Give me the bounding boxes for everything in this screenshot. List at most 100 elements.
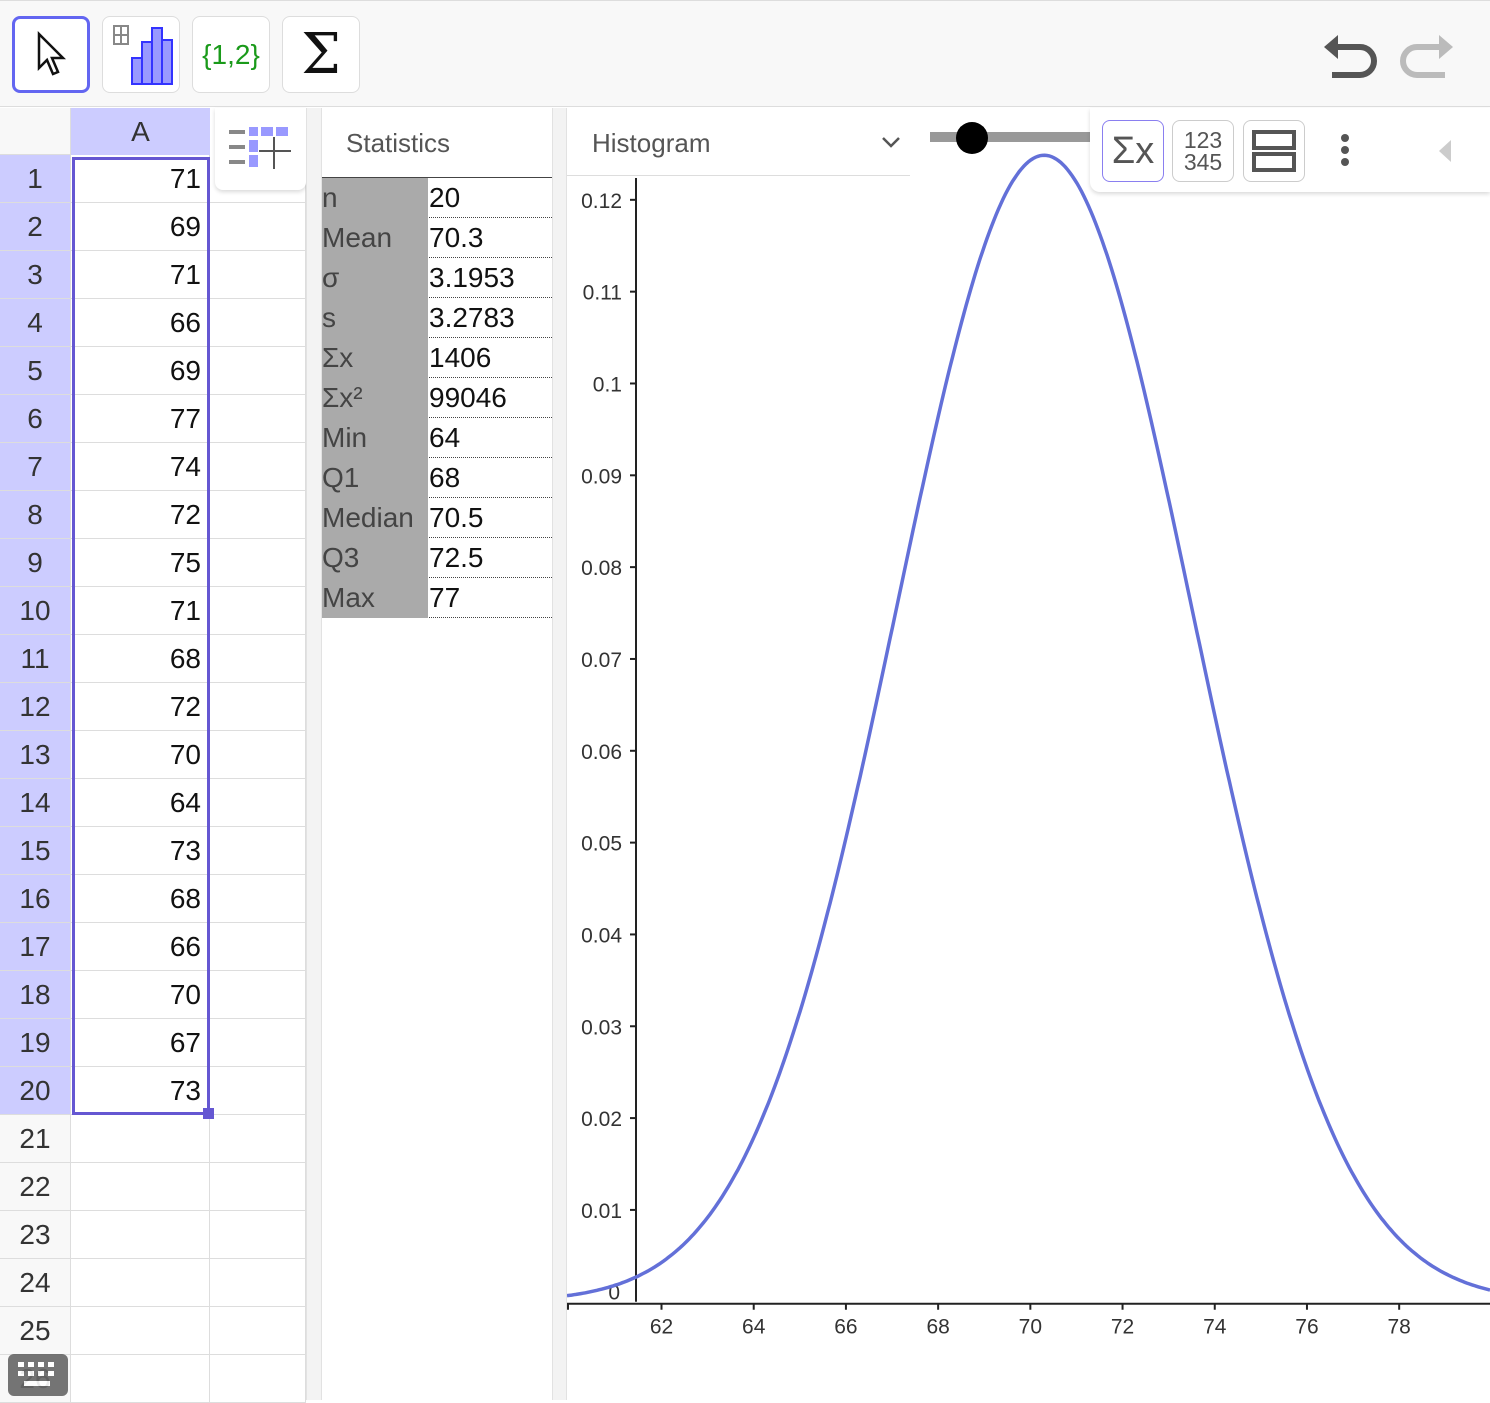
cell-b7[interactable]	[210, 443, 306, 491]
y-tick-label: 0.03	[581, 1016, 622, 1039]
statistics-toggle-button[interactable]: Σx	[1102, 120, 1164, 182]
cell-b13[interactable]	[210, 731, 306, 779]
cell-b10[interactable]	[210, 587, 306, 635]
cell-b11[interactable]	[210, 635, 306, 683]
cell-b25[interactable]	[210, 1307, 306, 1355]
stat-label: Σx	[322, 338, 428, 378]
stat-value: 70.3	[429, 222, 484, 253]
cell-b23[interactable]	[210, 1211, 306, 1259]
cell-b21[interactable]	[210, 1115, 306, 1163]
row-header[interactable]: 24	[0, 1259, 71, 1307]
cell-b15[interactable]	[210, 827, 306, 875]
collapse-triangle-icon[interactable]	[1435, 138, 1455, 164]
y-tick-label: 0.09	[581, 465, 622, 488]
move-tool-button[interactable]	[12, 16, 90, 93]
cell-b3[interactable]	[210, 251, 306, 299]
histogram-tool-button[interactable]	[102, 16, 180, 93]
row-header[interactable]: 10	[0, 587, 71, 635]
more-options-icon[interactable]	[1335, 132, 1355, 172]
layout-toggle-button[interactable]	[1243, 120, 1305, 182]
stat-label: Mean	[322, 218, 428, 258]
sum-tool-button[interactable]: Σ	[282, 16, 360, 93]
cell-b22[interactable]	[210, 1163, 306, 1211]
row-header[interactable]: 9	[0, 539, 71, 587]
cell-b18[interactable]	[210, 971, 306, 1019]
row-header[interactable]: 17	[0, 923, 71, 971]
chart-type-dropdown[interactable]: Histogram	[567, 108, 910, 176]
insert-row-column-button[interactable]	[215, 108, 306, 190]
cell-a23[interactable]	[71, 1211, 210, 1259]
row-header[interactable]: 23	[0, 1211, 71, 1259]
x-tick-label: 74	[1203, 1316, 1227, 1339]
cell-b6[interactable]	[210, 395, 306, 443]
panel-divider[interactable]	[552, 108, 567, 1400]
stats-row: s 3.2783	[322, 298, 552, 338]
cell-b5[interactable]	[210, 347, 306, 395]
stat-label: Max	[322, 578, 428, 618]
x-tick-label: 76	[1295, 1316, 1318, 1339]
sum-icon: Σ	[301, 22, 341, 87]
y-tick-label: 0.04	[581, 924, 622, 947]
row-header[interactable]: 4	[0, 299, 71, 347]
chevron-down-icon	[882, 137, 900, 148]
fill-handle[interactable]	[203, 1108, 214, 1119]
cell-b9[interactable]	[210, 539, 306, 587]
row-header[interactable]: 13	[0, 731, 71, 779]
cell-a21[interactable]	[71, 1115, 210, 1163]
cell-a22[interactable]	[71, 1163, 210, 1211]
row-header[interactable]: 5	[0, 347, 71, 395]
cell-b20[interactable]	[210, 1067, 306, 1115]
row-header[interactable]: 2	[0, 203, 71, 251]
cell-b8[interactable]	[210, 491, 306, 539]
cell-b12[interactable]	[210, 683, 306, 731]
column-header-a[interactable]: A	[71, 108, 210, 155]
corner-cell	[0, 108, 71, 155]
row-header[interactable]: 20	[0, 1067, 71, 1115]
create-list-tool-button[interactable]: {1,2}	[192, 16, 270, 93]
row-header[interactable]: 16	[0, 875, 71, 923]
cell-b16[interactable]	[210, 875, 306, 923]
cell-b14[interactable]	[210, 779, 306, 827]
row-header[interactable]: 8	[0, 491, 71, 539]
data-table-icon: 123 345	[1183, 127, 1223, 175]
y-tick-label: 0.05	[581, 833, 622, 856]
cell-a24[interactable]	[71, 1259, 210, 1307]
stat-value: 64	[429, 422, 461, 453]
row-header[interactable]: 22	[0, 1163, 71, 1211]
slider-knob[interactable]	[956, 122, 988, 154]
row-header[interactable]: 7	[0, 443, 71, 491]
row-header[interactable]: 18	[0, 971, 71, 1019]
cell-a26[interactable]	[71, 1355, 210, 1403]
undo-icon[interactable]	[1320, 29, 1382, 84]
cell-b26[interactable]	[210, 1355, 306, 1403]
row-header[interactable]: 25	[0, 1307, 71, 1355]
toolbar: {1,2} Σ	[0, 0, 1490, 107]
stat-label: Q3	[322, 538, 428, 578]
redo-icon[interactable]	[1395, 29, 1457, 84]
data-toggle-button[interactable]: 123 345	[1172, 120, 1234, 182]
row-header[interactable]: 19	[0, 1019, 71, 1067]
row-header[interactable]: 3	[0, 251, 71, 299]
slider-track[interactable]	[930, 132, 1090, 142]
panel-divider[interactable]	[306, 108, 322, 1400]
row-header[interactable]: 14	[0, 779, 71, 827]
stat-label: s	[322, 298, 428, 338]
row-header[interactable]: 12	[0, 683, 71, 731]
keyboard-button[interactable]	[8, 1354, 68, 1396]
cell-b19[interactable]	[210, 1019, 306, 1067]
stat-value: 1406	[429, 342, 492, 373]
sigma-x-icon: Σx	[1111, 129, 1155, 172]
stats-row: Q1 68	[322, 458, 552, 498]
cell-a25[interactable]	[71, 1307, 210, 1355]
row-header[interactable]: 15	[0, 827, 71, 875]
cell-b4[interactable]	[210, 299, 306, 347]
cell-b17[interactable]	[210, 923, 306, 971]
row-header[interactable]: 1	[0, 155, 71, 203]
row-header[interactable]: 6	[0, 395, 71, 443]
y-tick-label: 0.1	[593, 373, 622, 396]
normal-curve-plot: 62 64 66 68 70 72 74 76 7800.010.020.030.040.050…	[567, 153, 1490, 1339]
cell-b2[interactable]	[210, 203, 306, 251]
row-header[interactable]: 11	[0, 635, 71, 683]
row-header[interactable]: 21	[0, 1115, 71, 1163]
cell-b24[interactable]	[210, 1259, 306, 1307]
